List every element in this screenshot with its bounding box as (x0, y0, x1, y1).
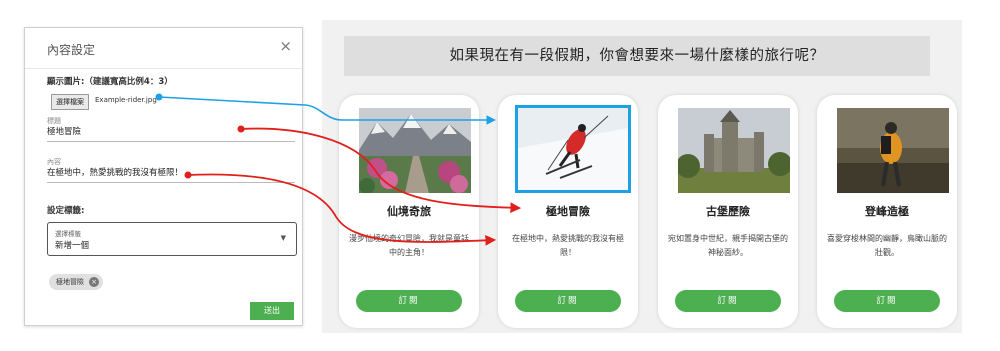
card-title: 仙境奇旅 (387, 205, 431, 218)
trip-card-polar: 極地冒險 在極地中，熱愛挑戰的我沒有極限！ 訂閱 (498, 95, 638, 328)
caret-down-icon: ▼ (280, 234, 286, 242)
card-description: 喜愛穿梭林間的幽靜，鳥瞰山脈的壯觀。 (827, 234, 947, 257)
tag-select[interactable]: 選擇標籤 新增一個 ▼ (47, 222, 297, 256)
submit-button[interactable]: 送出 (250, 302, 294, 320)
castle-image (678, 108, 790, 193)
tag-chip-label: 極地冒險 (56, 278, 84, 286)
choose-file-button[interactable]: 選擇檔案 (51, 94, 89, 110)
remove-chip-icon[interactable]: × (89, 277, 99, 287)
card-description: 在極地中，熱愛挑戰的我沒有極限！ (512, 234, 624, 257)
subscribe-button[interactable]: 訂閱 (675, 290, 781, 312)
mountain-garden-image (359, 108, 471, 193)
card-description: 漫步仙境的奇幻冒險，我就是童話中的主角！ (349, 234, 469, 257)
subscribe-button[interactable]: 訂閱 (356, 290, 462, 312)
question-banner: 如果現在有一段假期，你會想要來一場什麼樣的旅行呢？ (344, 36, 930, 76)
tag-select-label: 選擇標籤 (55, 230, 81, 238)
skier-image (515, 105, 631, 193)
card-title: 古堡歷險 (706, 205, 750, 218)
trip-card-castle: 古堡歷險 宛如置身中世紀，親手揭開古堡的神秘面紗。 訂閱 (658, 95, 798, 328)
preview-area: 如果現在有一段假期，你會想要來一場什麼樣的旅行呢？ 仙境奇旅 漫步仙境的奇幻冒險… (322, 20, 962, 333)
file-name: Example-rider.jpg (95, 96, 157, 104)
content-settings-panel: 內容設定 × 顯示圖片:（建議寬高比例4：3） 選擇檔案 Example-rid… (24, 27, 303, 326)
content-input[interactable]: 在極地中，熱愛挑戰的我沒有極限！ (47, 164, 295, 183)
panel-title: 內容設定 (47, 43, 96, 57)
tags-heading: 設定標籤: (47, 206, 85, 216)
close-icon[interactable]: × (279, 37, 292, 55)
hiker-image (837, 108, 949, 193)
subscribe-button[interactable]: 訂閱 (515, 290, 621, 312)
card-title: 登峰造極 (865, 205, 909, 218)
trip-card-fairyland: 仙境奇旅 漫步仙境的奇幻冒險，我就是童話中的主角！ 訂閱 (339, 95, 479, 328)
image-label: 顯示圖片:（建議寬高比例4：3） (47, 77, 173, 87)
tag-chip: 極地冒險 × (49, 274, 103, 290)
tag-select-value: 新增一個 (55, 241, 90, 251)
title-input[interactable]: 極地冒險 (47, 123, 295, 142)
panel-header: 內容設定 × (25, 28, 302, 69)
subscribe-button[interactable]: 訂閱 (834, 290, 940, 312)
card-title: 極地冒險 (546, 205, 590, 218)
card-description: 宛如置身中世紀，親手揭開古堡的神秘面紗。 (668, 234, 788, 257)
trip-card-summit: 登峰造極 喜愛穿梭林間的幽靜，鳥瞰山脈的壯觀。 訂閱 (817, 95, 957, 328)
